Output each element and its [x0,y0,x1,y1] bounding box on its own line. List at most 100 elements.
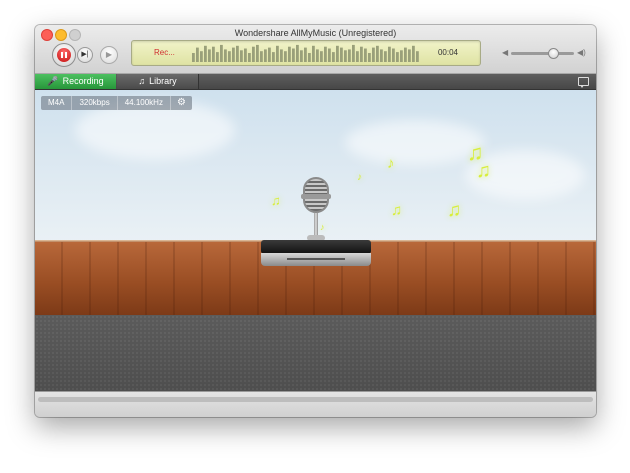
waveform-bar [280,49,283,62]
tab-bar: 🎤 Recording ♫ Library [35,74,596,90]
waveform-bar [340,47,343,62]
waveform-bar [388,46,391,62]
waveform-bar [220,44,223,62]
waveform-bar [344,50,347,62]
waveform-bar [192,53,195,62]
tab-library[interactable]: ♫ Library [117,74,199,89]
volume-high-icon: ◀) [577,48,586,57]
waveform-bar [248,53,251,62]
waveform-bar [332,52,335,62]
music-note-icon: ♫ [447,200,462,221]
waveform-bar [324,46,327,62]
waveform-bar [336,45,339,62]
waveform-bar [400,50,403,62]
window-title: Wondershare AllMyMusic (Unregistered) [234,28,397,38]
waveform-bar [244,48,247,62]
play-button[interactable]: ▶ [100,46,118,64]
microphone-icon: 🎤 [47,76,59,86]
waveform-bar [228,51,231,62]
cloud-decoration [345,120,485,165]
waveform-bar [276,45,279,62]
bitrate-label: 320kbps [72,96,118,110]
microphone-band [301,194,331,199]
volume-low-icon: ◀ [502,48,509,57]
waveform-bar [408,49,411,62]
waveform-bar [200,51,203,62]
waveform-bar [376,45,379,62]
waveform-bar [348,49,351,62]
pause-icon [57,48,71,62]
recording-list-panel [35,315,596,391]
waveform-bar [384,51,387,62]
recording-status: Rec... [154,48,175,57]
waveform-bar [380,49,383,62]
toolbar: Wondershare AllMyMusic (Unregistered) ▶|… [35,25,596,74]
waveform-bar [204,45,207,62]
waveform-bar [212,46,215,62]
play-icon: ▶ [105,50,113,59]
waveform-bar [224,49,227,62]
waveform-bar [264,49,267,62]
tab-library-label: Library [149,76,177,86]
music-note-icon: ♪ [357,172,362,183]
music-note-icon: ♪ [387,155,395,172]
sample-rate-label: 44.100kHz [118,96,171,110]
waveform-bar [300,50,303,62]
waveform-bar [396,52,399,62]
bottom-bar [35,391,596,417]
waveform-bar [268,47,271,62]
waveform-bar [308,53,311,62]
settings-gear-icon[interactable]: ⚙ [171,96,192,110]
waveform-bar [304,47,307,62]
pedestal-top [261,240,371,254]
app-window: Wondershare AllMyMusic (Unregistered) ▶|… [35,25,596,417]
tab-recording[interactable]: 🎤 Recording [35,74,116,89]
waveform-bar [404,47,407,62]
waveform-bar [412,45,415,62]
waveform-bar [240,50,243,62]
format-info-strip: M4A 320kbps 44.100kHz ⚙ [41,96,192,110]
waveform-bar [372,47,375,62]
waveform-bar [368,53,371,62]
waveform-bar [364,48,367,62]
waveform-bar [260,51,263,62]
waveform-bar [236,45,239,62]
music-note-icon: ♫ [391,202,403,219]
feedback-icon[interactable] [578,77,589,88]
record-pause-button[interactable] [52,43,76,67]
waveform-bar [196,47,199,62]
waveform-bar [360,46,363,62]
waveform-bar [416,51,419,62]
waveform-bar [316,49,319,62]
waveform-bar [288,46,291,62]
recording-stage: M4A 320kbps 44.100kHz ⚙ ♫ ♪ ♪ ♫ ♫ ♫ ♫ ♪ [35,90,596,315]
waveform-bar [232,47,235,62]
waveform-bar [352,44,355,62]
waveform-bar [356,51,359,62]
next-track-button[interactable]: ▶| [77,47,93,63]
volume-slider[interactable] [511,48,574,59]
skip-next-icon: ▶| [81,51,89,58]
waveform-bar [256,44,259,62]
waveform-bar [392,48,395,62]
waveform-bar [292,48,295,62]
music-note-icon: ♫ [271,193,281,208]
music-note-icon: ♫ [476,160,491,182]
tab-recording-label: Recording [62,76,104,86]
waveform-bar [320,51,323,62]
waveform-meter [192,44,419,62]
waveform-bar [252,46,255,62]
waveform-bar [312,45,315,62]
waveform-bar [284,51,287,62]
lcd-display: Rec... 00:04 [131,40,481,66]
waveform-bar [208,49,211,62]
waveform-bar [328,48,331,62]
music-note-icon: ♫ [138,76,146,86]
horizontal-scrollbar[interactable] [38,397,593,402]
elapsed-time: 00:04 [437,48,458,57]
pedestal-slot [287,258,345,260]
waveform-bar [216,52,219,62]
waveform-bar [272,52,275,62]
music-note-icon: ♪ [320,222,325,232]
volume-slider-knob[interactable] [548,48,560,59]
